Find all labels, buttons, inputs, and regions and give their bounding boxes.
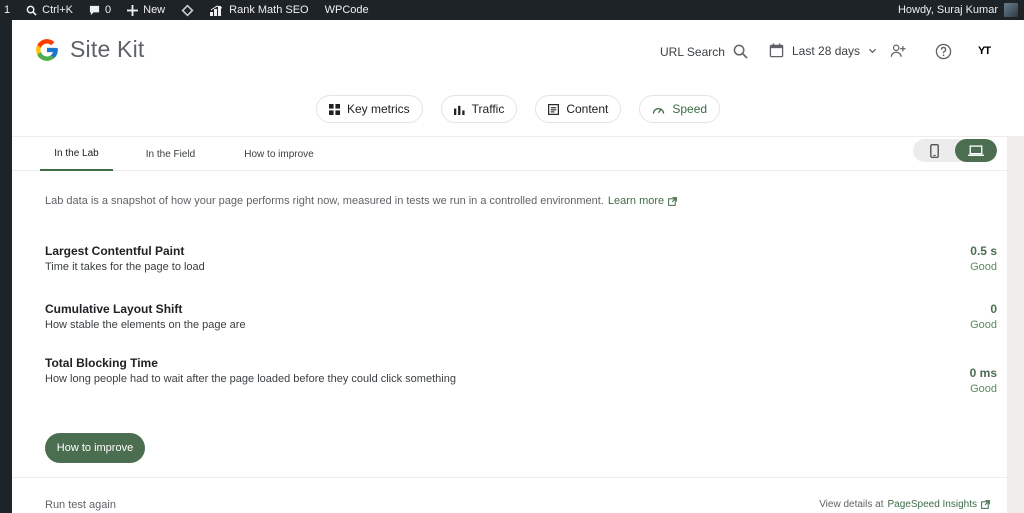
dashboard-nav: Key metrics Traffic Content Speed [12, 95, 1024, 123]
metric-value: 0 [990, 302, 997, 316]
admin-bar-rank-math[interactable]: Rank Math SEO [202, 0, 316, 20]
url-search-label: URL Search [660, 44, 725, 59]
comment-icon [89, 5, 100, 15]
speed-card: In the Lab In the Field How to improve L… [12, 136, 1007, 513]
learn-more-label: Learn more [607, 195, 665, 207]
sitekit-logo: Site Kit [34, 36, 144, 63]
nav-chip-label: Key metrics [346, 102, 410, 116]
external-link-icon [668, 196, 678, 206]
wp-admin-bar: 1 Ctrl+K 0 New Rank Math SEO WPCode Howd… [0, 0, 1024, 20]
intro-text: Lab data is a snapshot of how your page … [45, 195, 604, 207]
admin-bar-count[interactable]: 1 [0, 0, 18, 20]
run-test-again-label: Run test again [45, 499, 116, 511]
url-search-button[interactable]: URL Search [660, 44, 748, 59]
speedometer-icon [653, 107, 665, 114]
help-button[interactable] [935, 43, 952, 60]
howdy-label: Howdy, Suraj Kumar [897, 4, 998, 16]
metric-title: Total Blocking Time [45, 356, 158, 370]
metric-title: Cumulative Layout Shift [45, 302, 183, 316]
admin-bar-account[interactable]: Howdy, Suraj Kumar [898, 0, 1018, 20]
search-icon [733, 44, 748, 59]
tab-label: In the Lab [54, 147, 99, 159]
wpcode-label: WPCode [324, 4, 369, 16]
admin-bar-wpcode[interactable]: WPCode [317, 0, 377, 20]
search-shortcut-label: Ctrl+K [42, 4, 73, 16]
admin-bar-count-label: 1 [4, 4, 11, 16]
diamond-icon [181, 3, 194, 17]
nav-chip-label: Speed [672, 102, 708, 116]
sitekit-title: Site Kit [70, 36, 145, 62]
admin-bar-comments[interactable]: 0 [81, 0, 119, 20]
tab-in-the-field[interactable]: In the Field [134, 137, 207, 171]
speed-tabs: In the Lab In the Field How to improve [12, 137, 1007, 171]
metric-value-block: 0 Good [970, 302, 997, 331]
view-details: View details at PageSpeed Insights [819, 499, 990, 510]
nav-chip-label: Content [566, 102, 609, 116]
metric-value: 0 ms [969, 366, 997, 380]
add-user-button[interactable] [890, 43, 906, 58]
admin-bar-search[interactable]: Ctrl+K [18, 0, 81, 20]
account-avatar[interactable]: YT [978, 45, 991, 57]
metric-value: 0.5 s [970, 244, 997, 258]
admin-bar-new[interactable]: New [119, 0, 173, 20]
metric-description: How long people had to wait after the pa… [45, 373, 456, 385]
metric-row-lcp: Largest Contentful Paint Time it takes f… [45, 244, 997, 273]
date-range-label: Last 28 days [792, 43, 861, 58]
metric-title: Largest Contentful Paint [45, 244, 185, 258]
metric-value-block: 0 ms Good [970, 366, 997, 395]
wp-sidebar-strip [0, 20, 12, 513]
metric-row-cls: Cumulative Layout Shift How stable the e… [45, 302, 997, 331]
date-range-selector[interactable]: Last 28 days [769, 43, 877, 58]
chevron-down-icon [868, 48, 877, 54]
bar-chart-icon [453, 105, 465, 115]
google-g-icon [36, 38, 58, 61]
rank-math-icon [210, 4, 223, 16]
external-link-icon [981, 500, 990, 509]
device-mobile-button[interactable] [913, 139, 955, 162]
metric-description: Time it takes for the page to load [45, 261, 205, 273]
admin-bar-sitekit[interactable] [173, 0, 202, 20]
how-to-improve-label: How to improve [56, 442, 134, 454]
pagespeed-insights-label: PageSpeed Insights [887, 499, 977, 510]
account-avatar-label: YT [978, 45, 991, 57]
pagespeed-insights-link[interactable]: PageSpeed Insights [887, 499, 977, 510]
sitekit-header: Site Kit URL Search Last 28 days YT Key … [12, 20, 1024, 136]
metric-row-tbt: Total Blocking Time How long people had … [45, 356, 997, 395]
tab-label: How to improve [244, 148, 314, 160]
calendar-icon [769, 43, 784, 58]
tab-label: In the Field [145, 148, 196, 160]
device-toggle [913, 139, 997, 162]
user-avatar [1004, 3, 1018, 17]
device-desktop-button[interactable] [955, 139, 997, 162]
new-label: New [143, 4, 166, 16]
grid-icon [328, 103, 340, 115]
run-test-again-link[interactable]: Run test again [45, 499, 116, 511]
add-user-icon [890, 44, 906, 57]
metric-description: How stable the elements on the page are [45, 319, 246, 331]
nav-chip-key-metrics[interactable]: Key metrics [315, 95, 423, 123]
lab-data-intro: Lab data is a snapshot of how your page … [45, 195, 678, 207]
nav-chip-speed[interactable]: Speed [639, 95, 721, 123]
metric-value-block: 0.5 s Good [970, 244, 997, 273]
view-details-prefix: View details at [819, 499, 884, 510]
nav-chip-content[interactable]: Content [535, 95, 622, 123]
tab-in-the-lab[interactable]: In the Lab [40, 137, 113, 171]
mobile-icon [929, 143, 939, 158]
metric-status: Good [970, 319, 997, 331]
help-icon [935, 43, 952, 60]
metric-status: Good [970, 261, 997, 273]
comments-count: 0 [105, 4, 112, 16]
card-footer-divider [12, 477, 1007, 478]
rank-math-label: Rank Math SEO [229, 4, 309, 16]
search-icon [26, 5, 37, 16]
plus-icon [127, 4, 139, 16]
metric-status: Good [970, 383, 997, 395]
list-icon [548, 103, 560, 115]
nav-chip-traffic[interactable]: Traffic [440, 95, 518, 123]
nav-chip-label: Traffic [471, 102, 505, 116]
learn-more-link[interactable]: Learn more [607, 195, 678, 207]
laptop-icon [968, 144, 984, 156]
how-to-improve-button[interactable]: How to improve [45, 433, 145, 463]
tab-how-to-improve[interactable]: How to improve [236, 137, 322, 171]
